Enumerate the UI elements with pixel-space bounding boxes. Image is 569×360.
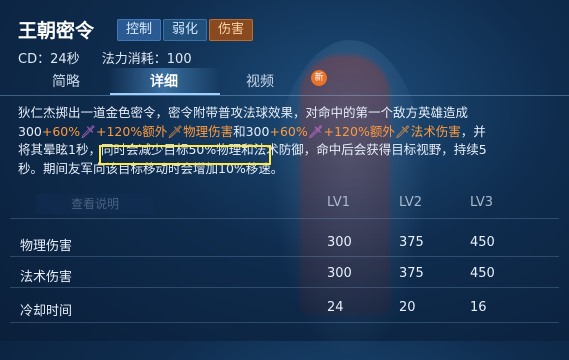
desc-scaling: +60%	[269, 123, 308, 139]
desc-text: 和300	[233, 123, 270, 139]
physical-attack-icon: 🗡	[167, 123, 184, 139]
desc-scaling: +120%额外	[96, 123, 168, 139]
desc-damage-type: 物理伤害	[183, 123, 234, 139]
header-lv1: LV1	[327, 195, 350, 210]
desc-damage-type: 法术伤害	[410, 123, 461, 139]
tab-brief[interactable]: 简略	[52, 71, 80, 91]
table-cell: 16	[470, 300, 487, 315]
tab-video[interactable]: 视频	[246, 71, 274, 91]
row-label-physical: 物理伤害	[20, 239, 73, 254]
row-divider	[10, 218, 559, 219]
tag-control: 控制	[117, 19, 162, 41]
header-lv2: LV2	[399, 195, 422, 210]
table-cell: 24	[327, 300, 344, 315]
magic-attack-icon: 🗡	[394, 123, 411, 139]
row-divider	[10, 256, 559, 257]
physical-attack-icon: 🗡	[80, 123, 96, 139]
highlight-box	[99, 145, 271, 165]
table-cell: 20	[399, 300, 416, 315]
header-lv3: LV3	[470, 195, 493, 210]
skill-stats: CD：24秒 法力消耗：100	[18, 48, 210, 67]
skill-name: 王朝密令	[18, 20, 95, 42]
table-cell: 300	[327, 266, 352, 281]
table-cell: 375	[399, 235, 424, 250]
desc-scaling: +120%额外	[323, 123, 395, 139]
tag-damage: 伤害	[209, 19, 254, 41]
mana-cost-text: 法力消耗：100	[101, 52, 192, 67]
row-divider	[10, 287, 559, 288]
tag-weaken: 弱化	[163, 19, 208, 41]
row-label-cooldown: 冷却时间	[20, 304, 73, 319]
table-cell: 450	[470, 235, 495, 250]
skill-description: 狄仁杰掷出一道金色密令，密令附带普攻法球效果，对命中的第一个敌方英雄造成300+…	[18, 104, 498, 178]
faded-button[interactable]: 查看说明	[36, 194, 154, 214]
divider	[0, 95, 569, 96]
table-cell: 300	[327, 235, 352, 250]
new-badge: 新	[311, 70, 327, 86]
table-cell: 375	[399, 266, 424, 281]
row-divider	[10, 322, 559, 323]
desc-scaling: +60%	[41, 123, 81, 139]
tab-detail[interactable]: 详细	[150, 71, 178, 91]
magic-attack-icon: 🗡	[307, 123, 324, 139]
table-cell: 450	[470, 266, 495, 281]
row-label-magic: 法术伤害	[20, 270, 73, 285]
cooldown-text: CD：24秒	[18, 52, 80, 67]
tab-bar: 简略 详细 视频	[0, 68, 569, 95]
